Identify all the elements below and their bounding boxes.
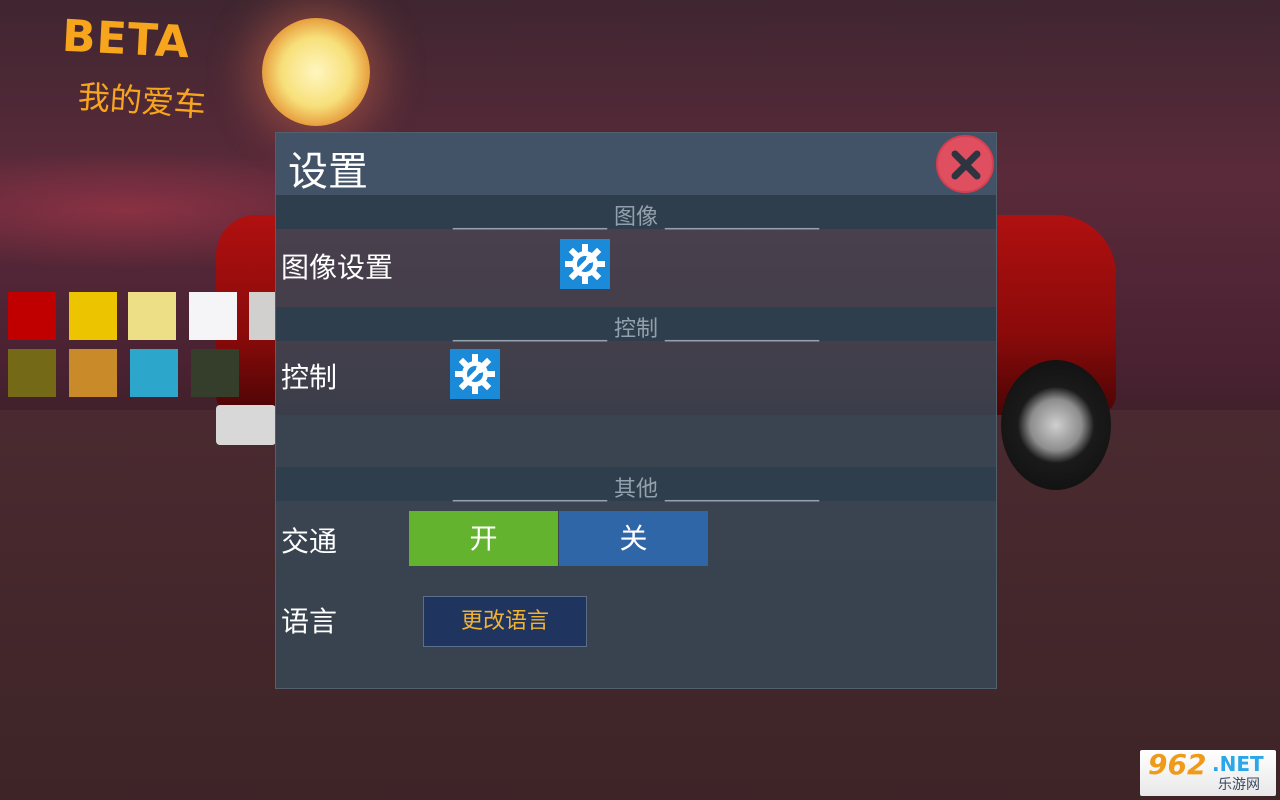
color-swatch[interactable] (191, 349, 239, 397)
language-label: 语言 (281, 605, 338, 638)
game-subtitle: 我的爱车 (76, 77, 208, 125)
section-controls-label: ______________ 控制 ______________ (453, 317, 819, 342)
controls-settings-button[interactable] (450, 349, 500, 399)
section-graphics: ______________ 图像 ______________ (276, 195, 996, 230)
car-bumper (216, 405, 276, 445)
moon (262, 18, 370, 126)
color-swatch[interactable] (69, 292, 117, 340)
color-swatch[interactable] (128, 292, 176, 340)
section-graphics-label: ______________ 图像 ______________ (453, 205, 819, 230)
traffic-off-button[interactable]: 关 (559, 511, 708, 566)
color-swatch[interactable] (8, 292, 56, 340)
settings-header: 设置 (276, 133, 996, 195)
section-other: ______________ 其他 ______________ (276, 467, 996, 502)
color-swatch[interactable] (130, 349, 178, 397)
traffic-label: 交通 (281, 525, 338, 558)
close-icon (951, 150, 981, 180)
color-swatch[interactable] (249, 292, 275, 340)
car-wheel (1001, 360, 1111, 490)
watermark-number: 962 (1148, 748, 1207, 781)
watermark-logo: 962 .NET 乐游网 (1140, 748, 1276, 796)
traffic-on-button[interactable]: 开 (409, 511, 558, 566)
settings-panel: 设置 ______________ 图像 ______________ 图像设置 (275, 132, 997, 689)
controls-label: 控制 (281, 361, 338, 394)
gear-wrench-icon (565, 244, 605, 284)
close-button[interactable] (936, 135, 994, 193)
color-swatch[interactable] (69, 349, 117, 397)
color-swatch[interactable] (8, 349, 56, 397)
graphics-settings-button[interactable] (560, 239, 610, 289)
watermark-domain: .NET (1212, 752, 1264, 776)
watermark-name: 乐游网 (1218, 777, 1260, 793)
graphics-settings-label: 图像设置 (281, 251, 394, 284)
section-controls: ______________ 控制 ______________ (276, 307, 996, 342)
gear-wrench-icon (455, 354, 495, 394)
beta-badge: BETA (60, 10, 192, 69)
section-other-label: ______________ 其他 ______________ (453, 477, 819, 502)
page-title: 设置 (288, 149, 368, 195)
change-language-button[interactable]: 更改语言 (423, 596, 587, 647)
color-swatch[interactable] (189, 292, 237, 340)
